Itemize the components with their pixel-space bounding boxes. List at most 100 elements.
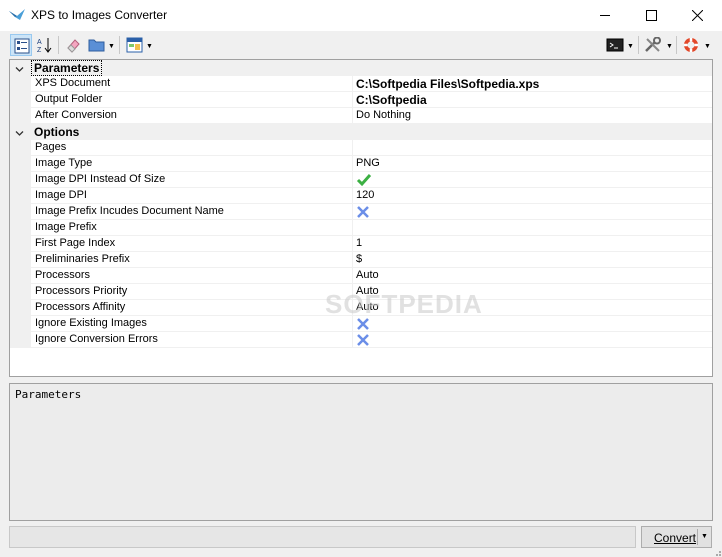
resize-grip-icon[interactable] <box>712 547 722 557</box>
property-row[interactable]: After Conversion Do Nothing <box>10 108 712 124</box>
row-gutter <box>10 284 31 299</box>
property-name: Ignore Conversion Errors <box>35 333 158 345</box>
property-value[interactable]: C:\Softpedia Files\Softpedia.xps <box>356 77 539 91</box>
property-row[interactable]: XPS Document C:\Softpedia Files\Softpedia… <box>10 76 712 92</box>
property-name: Processors Priority <box>35 285 128 297</box>
chevron-down-icon: ▼ <box>704 43 711 50</box>
property-grid[interactable]: Parameters XPS Document C:\Softpedia Files… <box>9 59 713 377</box>
property-value[interactable]: 120 <box>356 189 374 201</box>
chevron-down-icon[interactable]: ▼ <box>701 533 708 540</box>
check-icon[interactable] <box>356 173 372 187</box>
property-row[interactable]: Ignore Conversion Errors <box>10 332 712 348</box>
row-gutter <box>10 268 31 283</box>
split-divider <box>697 529 698 545</box>
property-value[interactable]: Do Nothing <box>356 109 411 121</box>
title-bar: XPS to Images Converter <box>0 0 722 31</box>
property-name: Image DPI <box>35 189 87 201</box>
property-name: After Conversion <box>35 109 117 121</box>
property-name: Output Folder <box>35 93 103 105</box>
column-divider <box>352 332 353 347</box>
row-gutter <box>10 332 31 347</box>
category-row[interactable]: Options <box>10 124 712 140</box>
row-gutter <box>10 220 31 235</box>
chevron-down-icon: ▼ <box>108 43 115 50</box>
property-row[interactable]: Processors Auto <box>10 268 712 284</box>
convert-label: Convert <box>654 531 697 545</box>
status-bar <box>9 526 636 548</box>
property-name: Image Prefix Incudes Document Name <box>35 205 224 217</box>
row-gutter <box>10 156 31 171</box>
layout-button[interactable]: ▼ <box>124 34 154 56</box>
toolbar-separator <box>119 36 120 54</box>
row-gutter <box>10 76 31 91</box>
toolbar-separator <box>638 36 639 54</box>
property-value[interactable]: Auto <box>356 269 379 281</box>
column-divider <box>352 108 353 123</box>
column-divider <box>352 220 353 235</box>
property-row[interactable]: Pages <box>10 140 712 156</box>
category-row[interactable]: Parameters <box>10 60 712 76</box>
close-button[interactable] <box>675 0 721 31</box>
row-gutter <box>10 108 31 123</box>
property-value[interactable]: C:\Softpedia <box>356 93 427 107</box>
property-value[interactable]: 1 <box>356 237 362 249</box>
minimize-icon <box>600 15 610 16</box>
console-button[interactable]: ▼ <box>605 34 635 56</box>
help-button[interactable]: ▼ <box>680 34 712 56</box>
tools-button[interactable]: ▼ <box>642 34 674 56</box>
property-name: Preliminaries Prefix <box>35 253 130 265</box>
category-label: Options <box>34 125 80 139</box>
property-value[interactable]: $ <box>356 253 362 265</box>
eraser-icon <box>67 39 80 53</box>
watermark: SOFTPEDIA <box>325 289 483 319</box>
window-title: XPS to Images Converter <box>31 8 168 22</box>
cross-icon[interactable] <box>356 205 370 219</box>
row-gutter <box>10 188 31 203</box>
row-gutter <box>10 236 31 251</box>
chevron-down-icon: ▼ <box>627 43 634 50</box>
svg-text:A: A <box>37 39 42 46</box>
chevron-down-icon[interactable] <box>15 127 24 141</box>
open-folder-button[interactable]: ▼ <box>86 34 116 56</box>
property-name: Processors <box>35 269 91 281</box>
property-row[interactable]: Image Prefix <box>10 220 712 236</box>
svg-text:Z: Z <box>37 47 42 53</box>
convert-button[interactable]: Convert ▼ <box>641 526 712 548</box>
property-row[interactable]: Image Prefix Incudes Document Name <box>10 204 712 220</box>
column-divider <box>352 172 353 187</box>
column-divider <box>352 92 353 107</box>
property-row[interactable]: Preliminaries Prefix $ <box>10 252 712 268</box>
row-gutter <box>10 172 31 187</box>
chevron-down-icon[interactable] <box>15 63 24 77</box>
minimize-button[interactable] <box>583 0 629 31</box>
column-divider <box>352 252 353 267</box>
column-divider <box>352 76 353 91</box>
column-divider <box>352 156 353 171</box>
property-value[interactable]: PNG <box>356 157 380 169</box>
category-label: Parameters <box>30 60 103 76</box>
property-row[interactable]: Image Type PNG <box>10 156 712 172</box>
help-icon <box>684 38 698 52</box>
property-name: Image DPI Instead Of Size <box>35 173 166 185</box>
row-gutter <box>10 140 31 155</box>
property-row[interactable]: Image DPI 120 <box>10 188 712 204</box>
property-row[interactable]: Output Folder C:\Softpedia <box>10 92 712 108</box>
property-row[interactable]: First Page Index 1 <box>10 236 712 252</box>
property-name: Processors Affinity <box>35 301 126 313</box>
property-row[interactable]: Image DPI Instead Of Size <box>10 172 712 188</box>
toolbar-separator <box>58 36 59 54</box>
row-gutter <box>10 316 31 331</box>
clear-button[interactable] <box>63 34 83 56</box>
categorized-button[interactable] <box>10 34 32 56</box>
column-divider <box>352 268 353 283</box>
toolbar-separator <box>676 36 677 54</box>
cross-icon[interactable] <box>356 333 370 347</box>
alphabetical-button[interactable]: A Z <box>35 34 55 56</box>
property-name: Image Prefix <box>35 221 97 233</box>
maximize-button[interactable] <box>629 0 675 31</box>
maximize-icon <box>646 10 657 21</box>
column-divider <box>352 204 353 219</box>
close-icon <box>692 10 703 21</box>
property-name: First Page Index <box>35 237 116 249</box>
tools-icon <box>645 37 661 52</box>
